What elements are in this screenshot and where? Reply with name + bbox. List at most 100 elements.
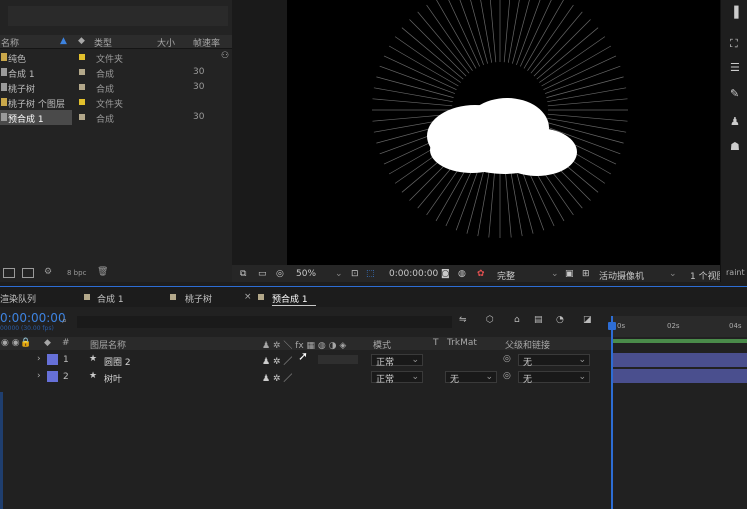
parent-select[interactable]: 无 ⌄ [518, 354, 590, 368]
trash-icon[interactable]: 🗑 [97, 267, 108, 277]
frame-blend-icon[interactable]: ▤ [534, 315, 543, 325]
tab-render-queue[interactable]: 渲染队列 [0, 292, 36, 305]
quality-select[interactable]: 完整 [497, 269, 515, 282]
nodes-icon[interactable]: ⛶ [730, 37, 738, 51]
label-swatch[interactable] [79, 99, 85, 105]
close-icon[interactable]: × [244, 292, 252, 302]
users-icon[interactable]: ☗ [730, 140, 740, 153]
puppet-icon[interactable]: ♟ [730, 115, 740, 128]
show-snapshot-icon[interactable]: ◍ [458, 269, 466, 279]
roi-icon[interactable]: ▣ [565, 269, 574, 279]
col-frame-rate[interactable]: 帧速率 [193, 36, 220, 49]
composition-canvas [232, 0, 628, 265]
col-layer-name[interactable]: 图层名称 [90, 338, 126, 351]
chevron-right-icon[interactable]: › [37, 371, 41, 381]
shape-layer-icon: ★ [89, 371, 98, 381]
layer-row[interactable]: › 2 ★ 树叶 ♟ ✲ ／ 正常 ⌄ 无 ⌄ ◎ 无 ⌄ [0, 369, 611, 385]
comp-mini-flowchart-icon[interactable]: ⇋ [459, 315, 467, 325]
label-tag-icon[interactable]: ◆ [78, 36, 85, 46]
zoom-select[interactable]: 50% [296, 269, 316, 279]
pick-whip-icon[interactable]: ◎ [503, 371, 511, 381]
project-item-selected[interactable]: 预合成 1 [0, 110, 72, 125]
monitor-icon[interactable]: ▭ [258, 269, 267, 279]
color-wheel-icon[interactable]: ✿ [477, 269, 485, 279]
parent-select[interactable]: 无 ⌄ [518, 371, 590, 385]
tab-comp-1[interactable]: 合成 1 [97, 292, 124, 305]
region-icon[interactable]: ⬚ [366, 269, 375, 279]
project-item[interactable]: 桃子树 合成 30 [0, 80, 232, 95]
camera-select[interactable]: 活动摄像机 [599, 269, 644, 282]
camera-icon[interactable]: ◙ [441, 269, 450, 279]
layer-name[interactable]: 树叶 [104, 372, 122, 385]
search-icon[interactable]: ⌕ [62, 316, 67, 326]
graph-editor-icon[interactable]: ◪ [583, 315, 592, 325]
settings-icon[interactable]: ⚙ [44, 267, 52, 277]
project-item[interactable]: 合成 1 合成 30 [0, 65, 232, 80]
project-item-type: 文件夹 [96, 100, 124, 110]
motion-blur-icon[interactable]: ◔ [556, 315, 564, 325]
layer-label-swatch[interactable] [47, 371, 58, 382]
new-composition-icon[interactable] [22, 268, 34, 278]
folder-icon [1, 53, 7, 61]
mask-icon[interactable]: ◎ [276, 269, 284, 279]
av-switch-icon[interactable]: ◉ ◉ [1, 338, 20, 348]
snapshot-icon[interactable]: ⧉ [240, 269, 246, 279]
mode-select[interactable]: 正常 ⌄ [371, 354, 423, 368]
shy-icon[interactable]: ⌂ [514, 315, 520, 325]
layer-bar[interactable] [611, 353, 747, 367]
project-item[interactable]: 桃子树 个图层 文件夹 [0, 95, 232, 110]
col-size[interactable]: 大小 [157, 36, 175, 49]
label-tag-icon[interactable]: ◆ [44, 338, 51, 348]
tab-peach-tree[interactable]: 桃子树 [185, 292, 212, 305]
folder-icon[interactable] [3, 268, 15, 278]
viewer-timecode[interactable]: 0:00:00:00 [389, 269, 438, 279]
label-swatch[interactable] [79, 69, 85, 75]
resolution-icon[interactable]: ⊡ [351, 269, 359, 279]
layer-label-swatch[interactable] [47, 354, 58, 365]
timeline-timecode[interactable]: 0:00:00:00 [0, 311, 66, 325]
tab-swatch [170, 294, 176, 300]
col-parent[interactable]: 父级和链接 [505, 338, 550, 351]
tab-precomp-1[interactable]: 预合成 1 [272, 292, 308, 305]
bit-depth[interactable]: 8 bpc [67, 269, 86, 277]
timeline-graph[interactable]: 0s 02s 04s [608, 307, 747, 509]
lock-icon[interactable]: 🔒 [20, 338, 31, 348]
chevron-right-icon[interactable]: › [37, 354, 41, 364]
search-input[interactable] [77, 316, 452, 328]
chevron-down-icon[interactable]: ⌄ [669, 269, 677, 279]
layer-switches[interactable]: ♟ ✲ ／ [262, 371, 292, 384]
time-ruler[interactable]: 0s 02s 04s [611, 316, 747, 337]
composition-viewer[interactable] [232, 0, 720, 265]
project-item-type: 文件夹 [96, 55, 124, 65]
label-swatch[interactable] [79, 84, 85, 90]
align-icon[interactable]: ▐ [730, 6, 738, 19]
layer-switches[interactable]: ♟ ✲ ／ [262, 354, 292, 367]
chevron-down-icon[interactable]: ⌄ [335, 269, 343, 279]
col-t[interactable]: T [433, 338, 439, 348]
cut-off-label: raint [726, 268, 745, 277]
label-swatch[interactable] [79, 54, 85, 60]
trkmat-select[interactable]: 无 ⌄ [445, 371, 497, 385]
playhead-handle[interactable] [608, 322, 616, 330]
col-mode[interactable]: 模式 [373, 338, 391, 351]
project-item[interactable]: 纯色 文件夹 ⚇ [0, 50, 232, 65]
flowchart-icon[interactable]: ⚇ [221, 51, 229, 61]
col-trkmat[interactable]: TrkMat [447, 338, 477, 348]
paragraph-icon[interactable]: ☰ [730, 61, 740, 74]
mode-select[interactable]: 正常 ⌄ [371, 371, 423, 385]
pick-whip-icon[interactable]: ◎ [503, 354, 511, 364]
grid-icon[interactable]: ⊞ [582, 269, 590, 279]
layer-name[interactable]: 圆圈 2 [104, 355, 131, 368]
chevron-down-icon[interactable]: ⌄ [551, 269, 559, 279]
label-swatch[interactable] [79, 114, 85, 120]
pin-icon[interactable]: ✎ [730, 87, 739, 100]
col-type[interactable]: 类型 [94, 36, 112, 49]
playhead[interactable] [611, 316, 613, 509]
work-area-bar[interactable] [611, 339, 747, 343]
layer-bar[interactable] [611, 369, 747, 383]
sunburst-ray [470, 0, 488, 64]
col-name[interactable]: 名称 [1, 36, 19, 49]
project-item-selected-rest[interactable]: 合成 30 [72, 110, 232, 125]
sort-up-icon[interactable]: ▲ [60, 36, 67, 46]
draft-3d-icon[interactable]: ⬡ [486, 315, 494, 325]
